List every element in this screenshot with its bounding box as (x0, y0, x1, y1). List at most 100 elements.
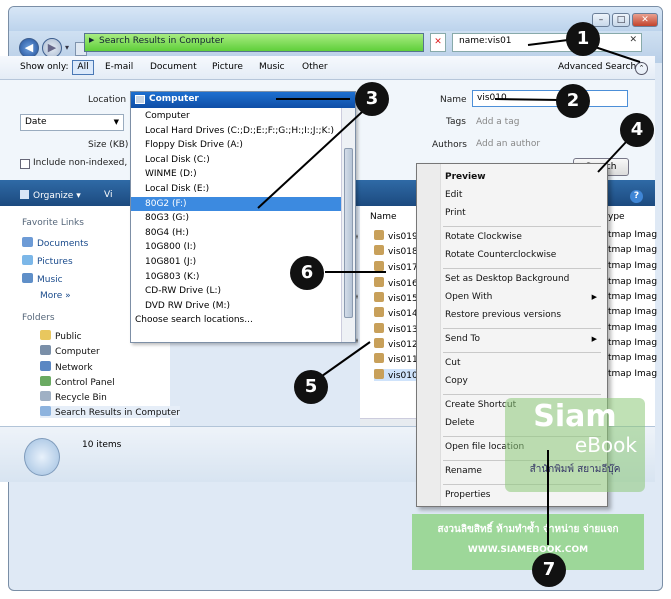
file-name: vis010 (388, 371, 418, 381)
file-row[interactable]: vis017 (374, 261, 418, 273)
back-button[interactable]: ◀ (19, 38, 39, 58)
location-option[interactable]: DVD RW Drive (M:) (131, 299, 343, 314)
filter-music-button[interactable]: Music (259, 62, 285, 72)
menu-set-desktop-background[interactable]: Set as Desktop Background (445, 274, 569, 284)
file-type: tmap Imag (608, 307, 658, 317)
tags-field[interactable]: Add a tag (476, 117, 519, 127)
item-count: 10 items (82, 440, 122, 450)
filter-email-button[interactable]: E-mail (105, 62, 133, 72)
location-option[interactable]: 80G3 (G:) (131, 211, 343, 226)
show-only-label: Show only: (20, 62, 69, 72)
location-option[interactable]: 10G800 (I:) (131, 240, 343, 255)
copyright-banner: สงวนลิขสิทธิ์ ห้ามทำซ้ำ จำหน่าย จ่ายแจก … (412, 514, 644, 570)
tree-item-search-results[interactable]: Search Results in Computer (40, 406, 180, 418)
location-option[interactable]: WINME (D:) (131, 167, 343, 182)
menu-delete[interactable]: Delete (445, 418, 475, 428)
file-row[interactable]: vis013 (374, 323, 418, 335)
callout-badge-5: 5 (294, 370, 328, 404)
recent-pages-chevron-icon[interactable]: ▾ (65, 43, 69, 52)
tree-item-label: Computer (55, 347, 100, 357)
help-icon[interactable]: ? (630, 190, 643, 203)
authors-label: Authors (432, 140, 467, 150)
tree-item-computer[interactable]: Computer (40, 345, 100, 357)
name-field[interactable]: vis010 (472, 90, 628, 107)
tree-item-recycle-bin[interactable]: Recycle Bin (40, 391, 107, 403)
choose-search-locations[interactable]: Choose search locations... (131, 313, 343, 328)
column-header-name[interactable]: Name (370, 212, 397, 222)
menu-restore-previous-versions[interactable]: Restore previous versions (445, 310, 561, 320)
filter-all-button[interactable]: All (72, 60, 94, 75)
date-dropdown[interactable]: Date ▼ (20, 114, 124, 131)
magnifier-icon (24, 438, 60, 476)
favorite-links-heading: Favorite Links (22, 218, 84, 228)
menu-preview[interactable]: Preview (445, 172, 486, 182)
location-option[interactable]: Local Hard Drives (C:;D:;E:;F:;G:;H:;I:;… (131, 124, 343, 139)
file-row[interactable]: vis011 (374, 353, 418, 365)
filter-document-button[interactable]: Document (150, 62, 197, 72)
menu-send-to[interactable]: Send To (445, 334, 480, 344)
menu-rotate-counterclockwise[interactable]: Rotate Counterclockwise (445, 250, 556, 260)
file-row[interactable]: vis014 (374, 307, 418, 319)
tree-item-label: Public (55, 332, 82, 342)
menu-rotate-clockwise[interactable]: Rotate Clockwise (445, 232, 522, 242)
bitmap-file-icon (374, 369, 384, 379)
nav-more-link[interactable]: More » (40, 291, 71, 301)
tree-item-label: Search Results in Computer (55, 408, 180, 418)
tree-item-control-panel[interactable]: Control Panel (40, 376, 115, 388)
menu-rename[interactable]: Rename (445, 466, 482, 476)
dropdown-scroll-thumb[interactable] (344, 148, 353, 318)
menu-edit[interactable]: Edit (445, 190, 462, 200)
address-bar[interactable]: ▶ Search Results in Computer (84, 33, 424, 52)
column-header-type[interactable]: ype (608, 212, 625, 222)
file-row[interactable]: vis018 (374, 245, 418, 257)
nav-link-music[interactable]: Music (22, 273, 63, 285)
file-type: tmap Imag (608, 369, 658, 379)
minimize-button[interactable]: – (592, 13, 610, 27)
location-option[interactable]: Local Disk (E:) (131, 182, 343, 197)
organize-icon (20, 190, 29, 199)
location-option[interactable]: 80G4 (H:) (131, 226, 343, 241)
callout-badge-2: 2 (556, 84, 590, 118)
location-dropdown-header[interactable]: Computer (131, 92, 355, 108)
file-row[interactable]: vis015 (374, 292, 418, 304)
views-button[interactable]: Vi (104, 190, 112, 200)
nav-link-pictures[interactable]: Pictures (22, 255, 73, 267)
advanced-search-link[interactable]: Advanced Search (558, 62, 636, 72)
organize-button[interactable]: Organize ▾ (20, 190, 81, 201)
dropdown-scrollbar[interactable] (341, 108, 355, 342)
menu-print[interactable]: Print (445, 208, 466, 218)
location-option[interactable]: Floppy Disk Drive (A:) (131, 138, 343, 153)
menu-copy[interactable]: Copy (445, 376, 468, 386)
location-option[interactable]: Local Disk (C:) (131, 153, 343, 168)
tree-item-network[interactable]: Network (40, 361, 93, 373)
maximize-button[interactable]: □ (612, 13, 630, 27)
title-bar (9, 7, 662, 31)
include-non-indexed-checkbox[interactable] (20, 159, 30, 169)
stop-search-button[interactable]: ✕ (430, 33, 446, 52)
nav-link-documents-label: Documents (37, 239, 89, 249)
tree-item-public[interactable]: Public (40, 330, 82, 342)
file-type: tmap Imag (608, 230, 658, 240)
menu-open-with[interactable]: Open With (445, 292, 603, 302)
nav-link-documents[interactable]: Documents (22, 237, 88, 249)
menu-properties[interactable]: Properties (445, 490, 490, 500)
close-window-button[interactable]: ✕ (632, 13, 658, 27)
filter-other-button[interactable]: Other (302, 62, 328, 72)
menu-cut[interactable]: Cut (445, 358, 461, 368)
authors-field[interactable]: Add an author (476, 139, 540, 149)
location-option[interactable]: Computer (131, 109, 343, 124)
clear-search-icon[interactable]: ✕ (629, 35, 637, 45)
search-input[interactable]: name:vis01 ✕ (452, 33, 642, 52)
file-row[interactable]: vis012 (374, 338, 418, 350)
filter-picture-button[interactable]: Picture (212, 62, 243, 72)
file-row[interactable]: vis019 (374, 230, 418, 242)
location-option-selected[interactable]: 80G2 (F:) (131, 196, 343, 212)
name-label: Name (440, 95, 467, 105)
file-row-selected[interactable]: vis010 (374, 369, 418, 381)
forward-button[interactable]: ▶ (42, 38, 62, 58)
bitmap-file-icon (374, 353, 384, 363)
collapse-advanced-icon[interactable]: ⌃ (635, 62, 648, 75)
file-type: tmap Imag (608, 323, 658, 333)
file-row[interactable]: vis016 (374, 277, 418, 289)
bitmap-file-icon (374, 323, 384, 333)
